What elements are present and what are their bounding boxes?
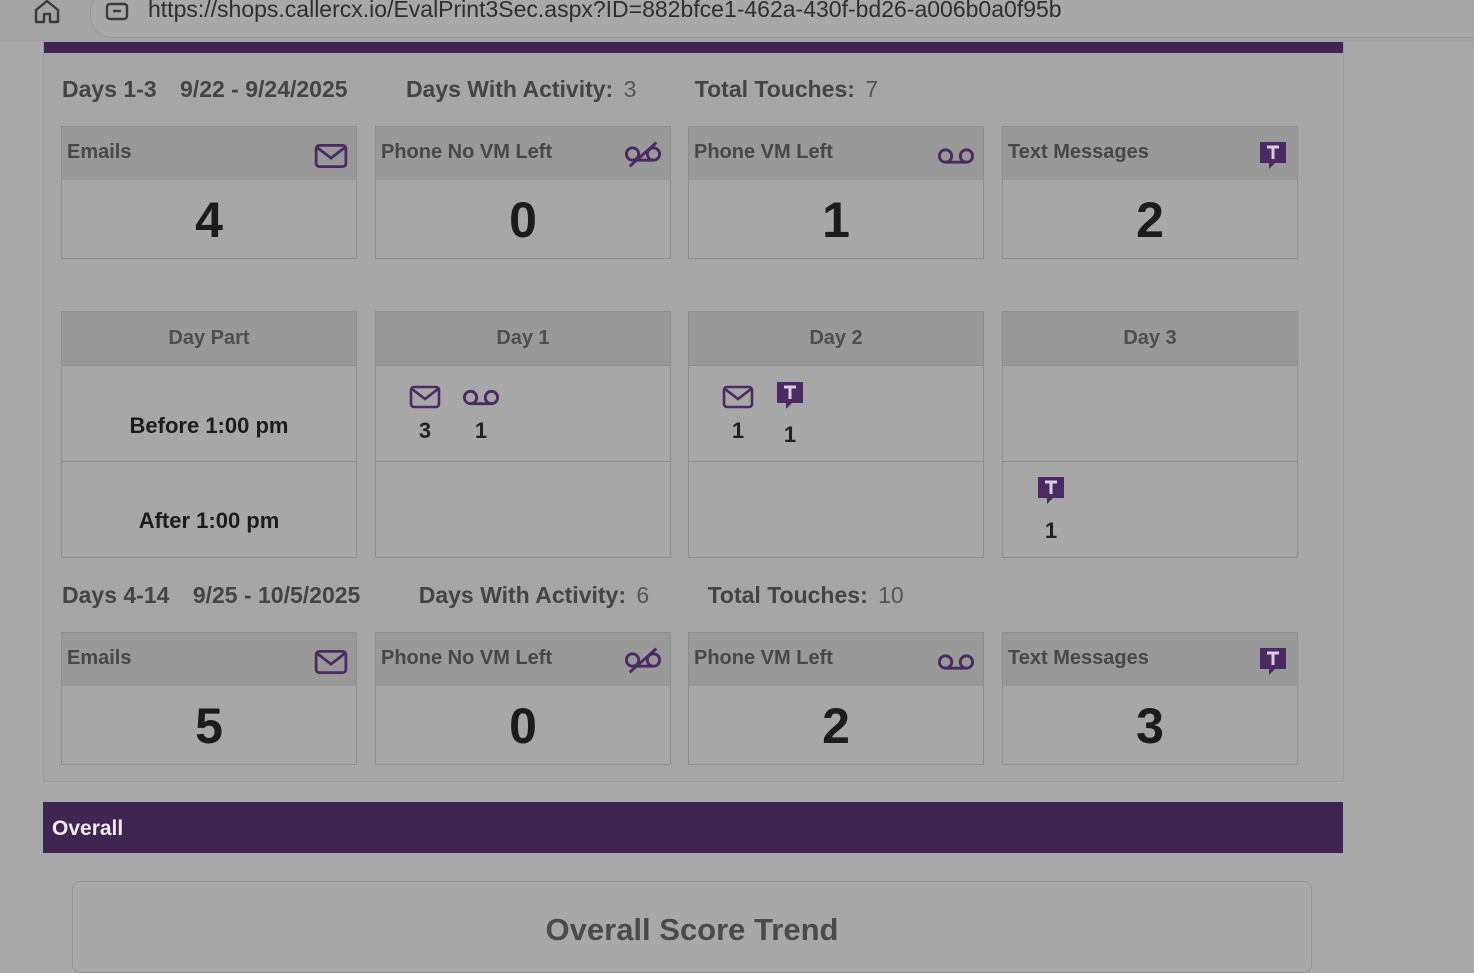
- period2-phone-vm-card: Phone VM Left 2: [688, 632, 984, 765]
- grid-row-label-before: Before 1:00 pm: [62, 365, 356, 461]
- grid-header: Day 1: [376, 312, 670, 365]
- card-value: 1: [822, 192, 850, 248]
- period1-activity-label: Days With Activity:: [405, 76, 614, 102]
- voicemail-slash-icon: [624, 139, 662, 169]
- site-info-icon[interactable]: [104, 0, 130, 22]
- period2-summary: Days 4-14 9/25 - 10/5/2025 Days With Act…: [62, 582, 904, 609]
- period2-touches-value: 10: [878, 582, 904, 608]
- overall-score-trend-panel: Overall Score Trend: [72, 881, 1312, 973]
- period1-emails-card: Emails 4: [61, 126, 357, 259]
- period1-label: Days 1-3: [62, 76, 157, 102]
- card-value: 2: [1136, 192, 1164, 248]
- period2-activity-value: 6: [636, 582, 650, 608]
- event-email: 3: [405, 384, 445, 444]
- period1-text-messages-card: Text Messages 2: [1002, 126, 1298, 259]
- event-count: 3: [418, 418, 432, 443]
- voicemail-slash-icon: [624, 645, 662, 675]
- grid-row-label-after: After 1:00 pm: [62, 461, 356, 557]
- card-label: Phone No VM Left: [381, 141, 553, 163]
- card-value: 5: [195, 698, 223, 754]
- text-message-icon: [1257, 139, 1289, 171]
- card-label: Emails: [67, 141, 132, 163]
- voicemail-icon: [462, 387, 500, 408]
- grid-cell-day3-before: [1003, 365, 1297, 461]
- voicemail-icon: [937, 145, 975, 167]
- grid-header: Day 2: [689, 312, 983, 365]
- event-text: 1: [770, 379, 810, 448]
- card-value: 2: [822, 698, 850, 754]
- text-message-icon: [1257, 645, 1289, 677]
- card-value: 3: [1136, 698, 1164, 754]
- event-count: 1: [1044, 518, 1058, 543]
- text-message-icon: [1035, 474, 1067, 506]
- home-icon[interactable]: [32, 0, 62, 24]
- period1-activity-value: 3: [623, 76, 637, 102]
- period2-dates: 9/25 - 10/5/2025: [192, 582, 361, 608]
- envelope-icon: [314, 647, 348, 677]
- period2-activity-label: Days With Activity:: [418, 582, 626, 608]
- card-value: 0: [509, 192, 537, 248]
- card-value: 0: [509, 698, 537, 754]
- envelope-icon: [722, 384, 754, 410]
- event-count: 1: [783, 422, 797, 447]
- card-label: Phone VM Left: [694, 647, 833, 669]
- period2-emails-card: Emails 5: [61, 632, 357, 765]
- panel-top-bar: [44, 42, 1343, 53]
- browser-toolbar: https://shops.callercx.io/EvalPrint3Sec.…: [0, 0, 1474, 42]
- event-email: 1: [718, 384, 758, 444]
- card-label: Phone No VM Left: [381, 647, 553, 669]
- period1-phone-no-vm-card: Phone No VM Left 0: [375, 126, 671, 259]
- envelope-icon: [314, 141, 348, 171]
- event-count: 1: [474, 418, 488, 443]
- period2-touches-label: Total Touches:: [707, 582, 868, 608]
- period2-label: Days 4-14: [62, 582, 170, 608]
- card-label: Phone VM Left: [694, 141, 833, 163]
- grid-cell-day1-after: [376, 461, 670, 557]
- voicemail-icon: [937, 651, 975, 673]
- activity-panel: Days 1-3 9/22 - 9/24/2025 Days With Acti…: [43, 42, 1344, 782]
- event-voicemail: 1: [461, 387, 501, 444]
- grid-header: Day 3: [1003, 312, 1297, 365]
- grid-cell-day1-before: 3 1: [376, 365, 670, 461]
- grid-col-day1: Day 1 3 1: [375, 311, 671, 558]
- grid-col-day3: Day 3 1: [1002, 311, 1298, 558]
- period1-summary: Days 1-3 9/22 - 9/24/2025 Days With Acti…: [62, 76, 878, 103]
- grid-header: Day Part: [62, 312, 356, 365]
- url-text[interactable]: https://shops.callercx.io/EvalPrint3Sec.…: [148, 0, 1062, 23]
- grid-cell-day3-after: 1: [1003, 461, 1297, 557]
- grid-col-day2: Day 2 1 1: [688, 311, 984, 558]
- grid-cell-day2-after: [689, 461, 983, 557]
- period1-phone-vm-card: Phone VM Left 1: [688, 126, 984, 259]
- envelope-icon: [409, 384, 441, 410]
- card-label: Emails: [67, 647, 132, 669]
- grid-cell-day2-before: 1 1: [689, 365, 983, 461]
- text-message-icon: [774, 379, 806, 411]
- overall-title: Overall: [52, 817, 124, 840]
- period1-dates: 9/22 - 9/24/2025: [180, 76, 348, 102]
- card-value: 4: [195, 192, 223, 248]
- event-text: 1: [1031, 474, 1071, 544]
- overall-section-header: Overall: [43, 802, 1343, 853]
- event-count: 1: [731, 418, 745, 443]
- period1-touches-value: 7: [865, 76, 879, 102]
- period1-touches-label: Total Touches:: [694, 76, 855, 102]
- grid-col-day-part: Day Part Before 1:00 pm After 1:00 pm: [61, 311, 357, 558]
- period2-phone-no-vm-card: Phone No VM Left 0: [375, 632, 671, 765]
- card-label: Text Messages: [1008, 647, 1149, 669]
- period2-text-messages-card: Text Messages 3: [1002, 632, 1298, 765]
- card-label: Text Messages: [1008, 141, 1149, 163]
- trend-title: Overall Score Trend: [545, 912, 839, 947]
